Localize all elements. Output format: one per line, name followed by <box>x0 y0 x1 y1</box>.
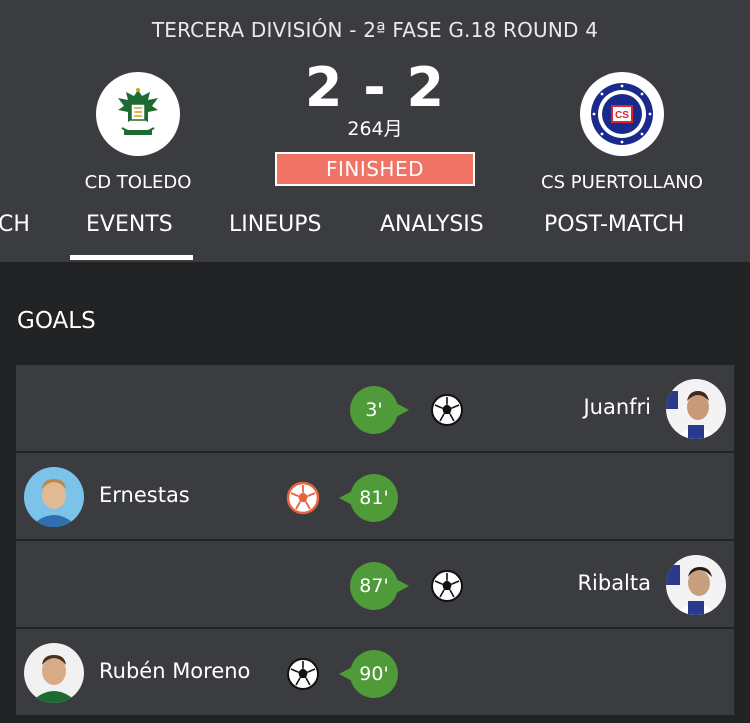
away-team-crest-icon[interactable]: CS <box>580 72 664 156</box>
tab-events[interactable]: EVENTS <box>86 212 173 237</box>
home-team-crest-icon[interactable] <box>96 72 180 156</box>
goal-minute-badge: 87' <box>350 562 409 610</box>
goal-event-row[interactable]: Rubén Moreno 90' <box>16 629 734 715</box>
match-status-badge: FINISHED <box>275 152 475 186</box>
home-team[interactable]: CD TOLEDO <box>38 72 238 193</box>
player-avatar[interactable] <box>666 555 726 615</box>
home-team-name: CD TOLEDO <box>84 172 192 193</box>
active-tab-indicator <box>70 255 193 260</box>
goals-section-title: GOALS <box>17 308 96 334</box>
match-header: TERCERA DIVISIÓN - 2ª FASE G.18 ROUND 4 … <box>0 0 750 262</box>
tab-match[interactable]: CH <box>0 212 30 237</box>
away-team-name: CS PUERTOLLANO <box>541 172 703 193</box>
own-goal-ball-icon <box>286 481 320 515</box>
tab-post-match[interactable]: POST-MATCH <box>544 212 684 237</box>
goal-minute-badge: 81' <box>339 474 398 522</box>
away-team[interactable]: CS CS PUERTOLLANO <box>522 72 722 193</box>
goal-event-row[interactable]: Ernestas 81' <box>16 453 734 539</box>
goal-scorer-name[interactable]: Rubén Moreno <box>99 659 250 683</box>
goal-scorer-name[interactable]: Ribalta <box>451 571 651 595</box>
goal-event-row[interactable]: 3' Juanfri <box>16 365 734 451</box>
goal-minute-badge: 90' <box>339 650 398 698</box>
tab-lineups[interactable]: LINEUPS <box>229 212 321 237</box>
competition-title: TERCERA DIVISIÓN - 2ª FASE G.18 ROUND 4 <box>151 18 599 42</box>
player-avatar[interactable] <box>24 467 84 527</box>
player-avatar[interactable] <box>24 643 84 703</box>
match-date: 264月 <box>347 118 403 140</box>
goal-minute-badge: 3' <box>350 386 409 434</box>
player-avatar[interactable] <box>666 379 726 439</box>
tab-analysis[interactable]: ANALYSIS <box>380 212 484 237</box>
match-score: 2 - 2 <box>304 56 446 119</box>
soccer-ball-icon <box>287 658 319 690</box>
svg-text:CS: CS <box>615 110 629 121</box>
goal-scorer-name[interactable]: Ernestas <box>99 483 190 507</box>
goal-scorer-name[interactable]: Juanfri <box>451 395 651 419</box>
goal-event-row[interactable]: 87' Ribalta <box>16 541 734 627</box>
